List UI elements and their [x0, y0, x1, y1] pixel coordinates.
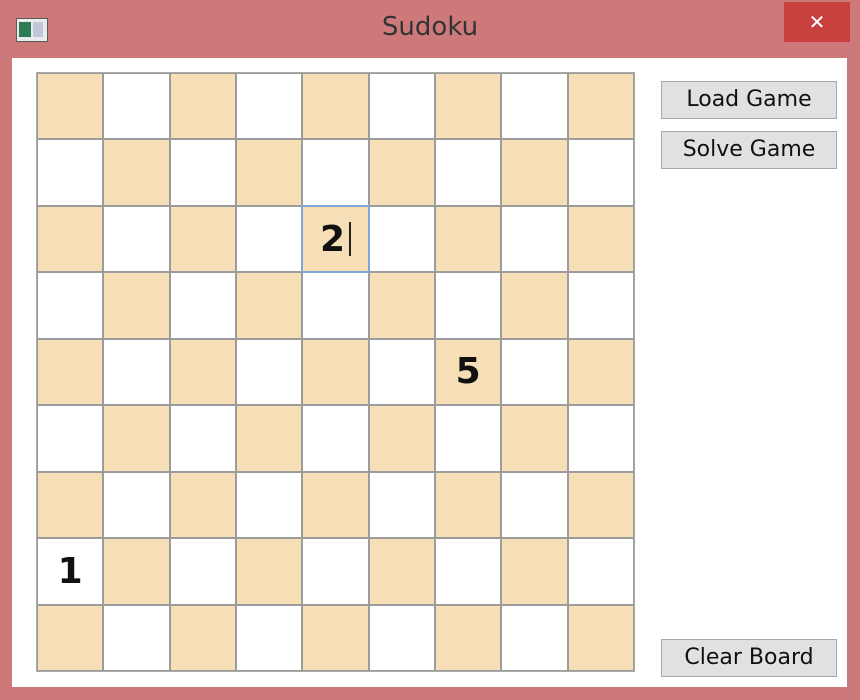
- sudoku-cell[interactable]: [434, 205, 502, 273]
- sudoku-cell[interactable]: [501, 538, 568, 605]
- sudoku-cell[interactable]: [36, 272, 104, 339]
- sudoku-cell[interactable]: [302, 272, 369, 339]
- sudoku-cell[interactable]: 5: [434, 338, 502, 406]
- solve-game-button[interactable]: Solve Game: [661, 131, 837, 169]
- sudoku-cell[interactable]: 2: [301, 204, 370, 274]
- sudoku-cell[interactable]: [103, 205, 170, 273]
- sudoku-cell[interactable]: [434, 471, 502, 539]
- sudoku-cell[interactable]: [103, 604, 170, 671]
- sudoku-cell[interactable]: [36, 205, 104, 273]
- sudoku-cell[interactable]: [302, 405, 369, 472]
- sudoku-cell[interactable]: [434, 272, 502, 339]
- sudoku-cell[interactable]: [169, 272, 237, 339]
- sudoku-cell[interactable]: [36, 471, 104, 539]
- sudoku-cell[interactable]: [36, 604, 104, 671]
- sudoku-cell[interactable]: [235, 538, 303, 605]
- sudoku-cell[interactable]: [302, 471, 369, 539]
- sudoku-cell[interactable]: [567, 205, 635, 273]
- cell-value: 1: [57, 550, 83, 592]
- sudoku-cell[interactable]: [434, 72, 502, 140]
- window-title: Sudoku: [381, 12, 479, 42]
- sudoku-cell[interactable]: [434, 405, 502, 472]
- sudoku-cell[interactable]: [567, 139, 635, 206]
- sudoku-cell[interactable]: [235, 604, 303, 671]
- sudoku-cell[interactable]: [501, 72, 568, 140]
- sudoku-cell[interactable]: [302, 538, 369, 605]
- sudoku-cell[interactable]: [501, 272, 568, 339]
- sudoku-cell[interactable]: [103, 538, 170, 605]
- sudoku-cell[interactable]: [501, 139, 568, 206]
- load-game-button[interactable]: Load Game: [661, 81, 837, 119]
- sudoku-cell[interactable]: [501, 205, 568, 273]
- sudoku-cell[interactable]: [501, 471, 568, 539]
- sudoku-cell[interactable]: [368, 538, 436, 605]
- sudoku-cell[interactable]: [567, 405, 635, 472]
- sudoku-cell[interactable]: 1: [36, 538, 104, 605]
- sudoku-cell[interactable]: [103, 272, 170, 339]
- sudoku-cell[interactable]: [235, 72, 303, 140]
- text-caret: [349, 222, 352, 257]
- sudoku-cell[interactable]: [567, 604, 635, 671]
- sudoku-cell[interactable]: [567, 538, 635, 605]
- sudoku-cell[interactable]: [501, 405, 568, 472]
- sudoku-cell[interactable]: [368, 272, 436, 339]
- sudoku-cell[interactable]: [302, 139, 369, 206]
- sudoku-cell[interactable]: [567, 272, 635, 339]
- sudoku-cell[interactable]: [368, 604, 436, 671]
- sudoku-cell[interactable]: [235, 471, 303, 539]
- sudoku-cell[interactable]: [169, 604, 237, 671]
- sudoku-cell[interactable]: [368, 72, 436, 140]
- sudoku-cell[interactable]: [567, 471, 635, 539]
- sudoku-cell[interactable]: [368, 405, 436, 472]
- sudoku-cell[interactable]: [302, 72, 369, 140]
- sudoku-cell[interactable]: [36, 338, 104, 406]
- sudoku-cell[interactable]: [103, 72, 170, 140]
- sudoku-cell[interactable]: [302, 338, 369, 406]
- sudoku-cell[interactable]: [169, 471, 237, 539]
- title-bar[interactable]: Sudoku ✕: [0, 0, 860, 58]
- sudoku-board: 2 5 1: [36, 72, 635, 672]
- sudoku-cell[interactable]: [368, 139, 436, 206]
- sudoku-cell[interactable]: [567, 338, 635, 406]
- sudoku-cell[interactable]: [169, 139, 237, 206]
- sudoku-cell[interactable]: [169, 205, 237, 273]
- sudoku-cell[interactable]: [302, 604, 369, 671]
- sudoku-cell[interactable]: [169, 538, 237, 605]
- sudoku-cell[interactable]: [368, 205, 436, 273]
- sudoku-cell[interactable]: [235, 272, 303, 339]
- app-window: Sudoku ✕ 2 5 1 Load Game Solve Game Clear …: [0, 0, 860, 700]
- cell-value: 2: [319, 218, 346, 260]
- sudoku-cell[interactable]: [169, 338, 237, 406]
- sudoku-cell[interactable]: [103, 139, 170, 206]
- close-button[interactable]: ✕: [784, 2, 850, 42]
- sudoku-cell[interactable]: [368, 471, 436, 539]
- sudoku-cell[interactable]: [169, 72, 237, 140]
- sudoku-cell[interactable]: [434, 604, 502, 671]
- sudoku-cell[interactable]: [103, 405, 170, 472]
- sudoku-cell[interactable]: [36, 72, 104, 140]
- sudoku-cell[interactable]: [235, 405, 303, 472]
- sudoku-cell[interactable]: [501, 604, 568, 671]
- sudoku-cell[interactable]: [36, 139, 104, 206]
- clear-board-button[interactable]: Clear Board: [661, 639, 837, 677]
- sudoku-cell[interactable]: [169, 405, 237, 472]
- sudoku-cell[interactable]: [368, 338, 436, 406]
- sudoku-cell[interactable]: [567, 72, 635, 140]
- sudoku-cell[interactable]: [36, 405, 104, 472]
- sudoku-cell[interactable]: [235, 338, 303, 406]
- cell-value: 5: [455, 351, 481, 393]
- sudoku-cell[interactable]: [235, 205, 303, 273]
- sudoku-cell[interactable]: [501, 338, 568, 406]
- sudoku-cell[interactable]: [434, 139, 502, 206]
- sudoku-cell[interactable]: [235, 139, 303, 206]
- sudoku-cell[interactable]: [434, 538, 502, 605]
- sudoku-cell[interactable]: [103, 338, 170, 406]
- sudoku-cell[interactable]: [103, 471, 170, 539]
